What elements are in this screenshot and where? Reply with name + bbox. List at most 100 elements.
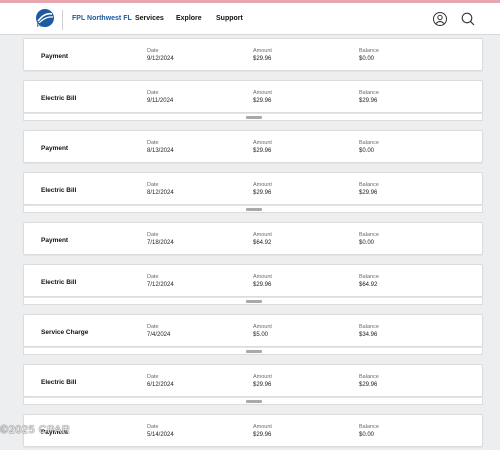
nav-services[interactable]: Services bbox=[135, 15, 164, 22]
transaction-card[interactable]: Electric Bill Date 7/12/2024 Amount $29.96… bbox=[23, 264, 483, 297]
search-icon[interactable] bbox=[460, 11, 476, 27]
expand-drawer[interactable] bbox=[23, 397, 483, 405]
expand-drawer[interactable] bbox=[23, 297, 483, 305]
balance-label: Balance bbox=[359, 48, 379, 54]
amount-value: $29.96 bbox=[253, 382, 272, 388]
transaction-card[interactable]: Electric Bill Date 6/12/2024 Amount $29.96… bbox=[23, 364, 483, 397]
transaction-card[interactable]: Payment Date 7/18/2024 Amount $64.92 Balan… bbox=[23, 222, 483, 255]
balance-value: $0.00 bbox=[359, 148, 375, 154]
date-label: Date bbox=[147, 274, 159, 280]
balance-value: $0.00 bbox=[359, 432, 375, 438]
date-value: 9/11/2024 bbox=[147, 98, 174, 104]
header-divider bbox=[62, 10, 63, 30]
date-value: 7/12/2024 bbox=[147, 282, 174, 288]
balance-label: Balance bbox=[359, 424, 379, 430]
amount-value: $29.96 bbox=[253, 432, 272, 438]
balance-label: Balance bbox=[359, 232, 379, 238]
transaction-title: Service Charge bbox=[41, 329, 89, 336]
amount-label: Amount bbox=[253, 232, 272, 238]
balance-value: $64.92 bbox=[359, 282, 378, 288]
transaction-title: Electric Bill bbox=[41, 379, 77, 386]
date-value: 5/14/2024 bbox=[147, 432, 174, 438]
date-value: 6/12/2024 bbox=[147, 382, 174, 388]
transaction-card[interactable]: Payment Date 8/13/2024 Amount $29.96 Balan… bbox=[23, 130, 483, 163]
nav-support[interactable]: Support bbox=[216, 15, 243, 22]
date-label: Date bbox=[147, 232, 159, 238]
amount-value: $29.96 bbox=[253, 282, 272, 288]
amount-label: Amount bbox=[253, 48, 272, 54]
balance-value: $29.96 bbox=[359, 190, 378, 196]
transaction-title: Electric Bill bbox=[41, 187, 77, 194]
expand-drawer[interactable] bbox=[23, 347, 483, 355]
transaction-title: Electric Bill bbox=[41, 279, 77, 286]
amount-label: Amount bbox=[253, 424, 272, 430]
nav-explore[interactable]: Explore bbox=[176, 15, 202, 22]
transaction-card[interactable]: Payment Date 9/12/2024 Amount $29.96 Balan… bbox=[23, 38, 483, 71]
amount-label: Amount bbox=[253, 90, 272, 96]
balance-label: Balance bbox=[359, 140, 379, 146]
date-value: 9/12/2024 bbox=[147, 56, 174, 62]
amount-value: $29.96 bbox=[253, 98, 272, 104]
date-value: 8/12/2024 bbox=[147, 190, 174, 196]
drag-handle-icon[interactable] bbox=[246, 400, 262, 403]
amount-label: Amount bbox=[253, 324, 272, 330]
amount-value: $29.96 bbox=[253, 148, 272, 154]
date-label: Date bbox=[147, 140, 159, 146]
transaction-card[interactable]: Electric Bill Date 9/11/2024 Amount $29.96… bbox=[23, 80, 483, 113]
date-label: Date bbox=[147, 90, 159, 96]
amount-label: Amount bbox=[253, 374, 272, 380]
balance-label: Balance bbox=[359, 182, 379, 188]
amount-value: $29.96 bbox=[253, 190, 272, 196]
date-value: 8/13/2024 bbox=[147, 148, 174, 154]
balance-label: Balance bbox=[359, 324, 379, 330]
drag-handle-icon[interactable] bbox=[246, 116, 262, 119]
transaction-title: Payment bbox=[41, 53, 69, 60]
logo-text: FPL bbox=[37, 23, 48, 29]
brand-name[interactable]: FPL Northwest FL bbox=[72, 15, 132, 22]
date-label: Date bbox=[147, 324, 159, 330]
amount-value: $64.92 bbox=[253, 240, 272, 246]
date-value: 7/4/2024 bbox=[147, 332, 171, 338]
transaction-title: Electric Bill bbox=[41, 95, 77, 102]
balance-label: Balance bbox=[359, 274, 379, 280]
balance-value: $29.96 bbox=[359, 98, 378, 104]
expand-drawer[interactable] bbox=[23, 205, 483, 213]
date-label: Date bbox=[147, 374, 159, 380]
date-label: Date bbox=[147, 48, 159, 54]
date-value: 7/18/2024 bbox=[147, 240, 174, 246]
date-label: Date bbox=[147, 182, 159, 188]
balance-value: $0.00 bbox=[359, 240, 375, 246]
copyright-watermark: ©2025 CPAR bbox=[0, 424, 71, 436]
balance-value: $29.96 bbox=[359, 382, 378, 388]
expand-drawer[interactable] bbox=[23, 113, 483, 121]
balance-value: $34.96 bbox=[359, 332, 378, 338]
amount-label: Amount bbox=[253, 274, 272, 280]
amount-value: $5.00 bbox=[253, 332, 269, 338]
transaction-card[interactable]: Electric Bill Date 8/12/2024 Amount $29.96… bbox=[23, 172, 483, 205]
date-label: Date bbox=[147, 424, 159, 430]
transaction-title: Payment bbox=[41, 237, 69, 244]
amount-value: $29.96 bbox=[253, 56, 272, 62]
balance-label: Balance bbox=[359, 90, 379, 96]
drag-handle-icon[interactable] bbox=[246, 300, 262, 303]
balance-value: $0.00 bbox=[359, 56, 375, 62]
transaction-card[interactable]: Payment Date 5/14/2024 Amount $29.96 Balan… bbox=[23, 414, 483, 447]
amount-label: Amount bbox=[253, 182, 272, 188]
transaction-card[interactable]: Service Charge Date 7/4/2024 Amount $5.00 … bbox=[23, 314, 483, 347]
user-icon[interactable] bbox=[432, 11, 448, 27]
amount-label: Amount bbox=[253, 140, 272, 146]
transactions-list: Payment Date 9/12/2024 Amount $29.96 Balan… bbox=[23, 38, 483, 447]
transaction-title: Payment bbox=[41, 145, 69, 152]
drag-handle-icon[interactable] bbox=[246, 208, 262, 211]
drag-handle-icon[interactable] bbox=[246, 350, 262, 353]
site-header: FPL FPL Northwest FL Services Explore Su… bbox=[0, 3, 500, 35]
balance-label: Balance bbox=[359, 374, 379, 380]
